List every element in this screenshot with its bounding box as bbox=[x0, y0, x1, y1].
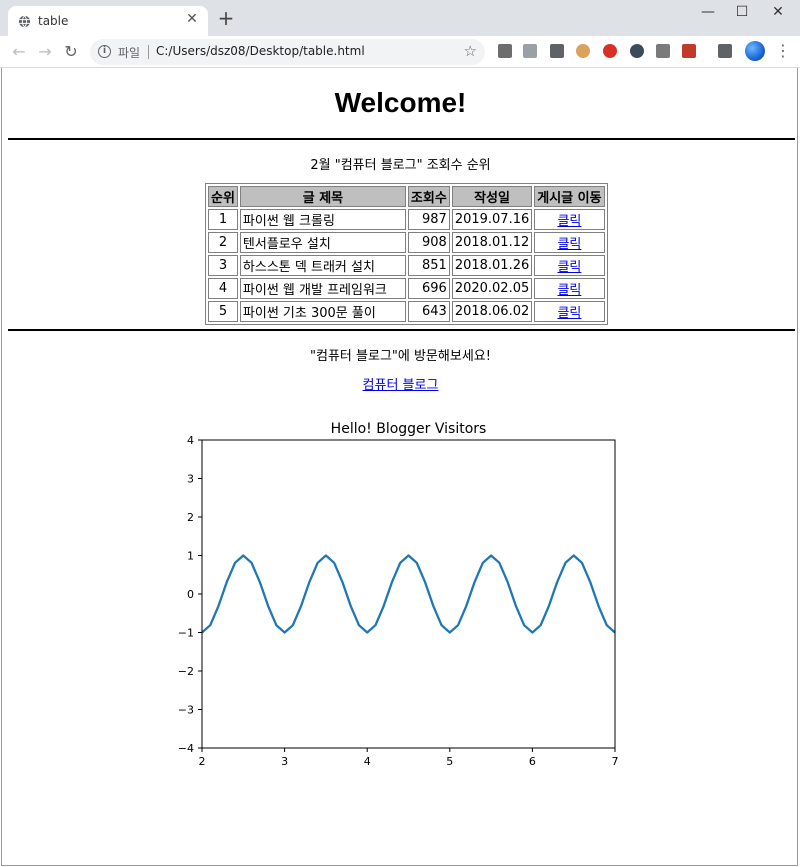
visitors-chart: Hello! Blogger Visitors 2 3 4 5 6 7 −4 −3 −2 −1 0 1 2… bbox=[178, 421, 619, 768]
cell-link: 클릭 bbox=[534, 209, 605, 230]
cell-views: 696 bbox=[407, 278, 450, 299]
column-header-rank: 순위 bbox=[208, 186, 238, 207]
ranking-table: 순위 글 제목 조회수 작성일 게시글 이동 1 파이썬 웹 크롤링 987 2… bbox=[205, 183, 608, 325]
y-tick-label: 0 bbox=[187, 588, 194, 601]
cell-rank: 1 bbox=[208, 209, 238, 230]
tab-close-icon[interactable]: ✕ bbox=[184, 11, 200, 27]
cell-title: 파이썬 기초 300문 풀이 bbox=[239, 301, 406, 322]
y-tick-label: 1 bbox=[187, 550, 194, 563]
profile-avatar[interactable] bbox=[745, 41, 765, 61]
table-caption: 2월 "컴퓨터 블로그" 조회수 순위 bbox=[310, 158, 491, 173]
address-bar[interactable]: i 파일 C:/Users/dsz08/Desktop/table.html ☆ bbox=[90, 39, 485, 65]
column-header-link: 게시글 이동 bbox=[534, 186, 605, 207]
y-tick-label: 2 bbox=[187, 511, 194, 524]
cell-date: 2020.02.05 bbox=[451, 278, 533, 299]
y-tick-label: 4 bbox=[187, 434, 194, 447]
minimize-button[interactable]: — bbox=[690, 0, 726, 26]
cell-views: 908 bbox=[407, 232, 450, 253]
close-window-button[interactable]: ✕ bbox=[760, 0, 796, 26]
visit-caption: "컴퓨터 블로그"에 방문해보세요! bbox=[310, 349, 491, 364]
table-row: 2 텐서플로우 설치 908 2018.01.12 클릭 bbox=[208, 232, 605, 253]
cell-link: 클릭 bbox=[534, 301, 605, 322]
post-link[interactable]: 클릭 bbox=[557, 283, 581, 298]
cell-date: 2019.07.16 bbox=[451, 209, 533, 230]
forward-button[interactable]: → bbox=[34, 41, 56, 63]
address-url[interactable]: C:/Users/dsz08/Desktop/table.html bbox=[156, 44, 365, 58]
x-tick-label: 4 bbox=[364, 755, 371, 768]
cell-rank: 2 bbox=[208, 232, 238, 253]
cell-date: 2018.06.02 bbox=[451, 301, 533, 322]
y-tick-label: −3 bbox=[178, 704, 194, 717]
browser-titlebar: table ✕ + — ☐ ✕ bbox=[0, 0, 800, 36]
cell-rank: 4 bbox=[208, 278, 238, 299]
cell-date: 2018.01.26 bbox=[451, 255, 533, 276]
more-menu-icon[interactable]: ⋮ bbox=[775, 41, 791, 61]
column-header-date: 작성일 bbox=[451, 186, 533, 207]
browser-tab[interactable]: table ✕ bbox=[8, 6, 208, 36]
extension-icon[interactable] bbox=[550, 44, 564, 58]
post-link[interactable]: 클릭 bbox=[557, 306, 581, 321]
table-row: 5 파이썬 기초 300문 풀이 643 2018.06.02 클릭 bbox=[208, 301, 605, 322]
back-button[interactable]: ← bbox=[8, 41, 30, 63]
x-tick-label: 2 bbox=[199, 755, 206, 768]
y-tick-label: −1 bbox=[178, 627, 194, 640]
x-tick-label: 7 bbox=[612, 755, 619, 768]
extension-icon[interactable] bbox=[656, 44, 670, 58]
y-tick-label: 3 bbox=[187, 473, 194, 486]
post-link[interactable]: 클릭 bbox=[557, 260, 581, 275]
extension-icon[interactable] bbox=[523, 44, 537, 58]
cell-date: 2018.01.12 bbox=[451, 232, 533, 253]
cell-title: 파이썬 웹 개발 프레임워크 bbox=[239, 278, 406, 299]
table-header-row: 순위 글 제목 조회수 작성일 게시글 이동 bbox=[208, 186, 605, 207]
divider bbox=[8, 138, 795, 140]
extension-icon[interactable] bbox=[682, 44, 696, 58]
maximize-button[interactable]: ☐ bbox=[724, 0, 760, 26]
media-controls-icon[interactable] bbox=[718, 44, 732, 58]
bookmark-star-icon[interactable]: ☆ bbox=[464, 42, 477, 60]
x-tick-label: 6 bbox=[529, 755, 536, 768]
cell-title: 텐서플로우 설치 bbox=[239, 232, 406, 253]
chart-title: Hello! Blogger Visitors bbox=[331, 421, 487, 437]
cell-views: 987 bbox=[407, 209, 450, 230]
page-content: Welcome! 2월 "컴퓨터 블로그" 조회수 순위 순위 글 제목 조회수… bbox=[1, 68, 798, 866]
cell-rank: 5 bbox=[208, 301, 238, 322]
extension-icon[interactable] bbox=[603, 44, 617, 58]
cell-link: 클릭 bbox=[534, 232, 605, 253]
new-tab-button[interactable]: + bbox=[216, 8, 236, 29]
table-row: 4 파이썬 웹 개발 프레임워크 696 2020.02.05 클릭 bbox=[208, 278, 605, 299]
table-row: 1 파이썬 웹 크롤링 987 2019.07.16 클릭 bbox=[208, 209, 605, 230]
y-tick-label: −4 bbox=[178, 742, 194, 755]
column-header-title: 글 제목 bbox=[239, 186, 406, 207]
cell-title: 파이썬 웹 크롤링 bbox=[239, 209, 406, 230]
cookie-extension-icon[interactable] bbox=[576, 44, 590, 58]
browser-toolbar: ← → ↻ i 파일 C:/Users/dsz08/Desktop/table.… bbox=[0, 36, 800, 68]
x-tick-label: 5 bbox=[446, 755, 453, 768]
cell-link: 클릭 bbox=[534, 255, 605, 276]
extension-icon[interactable] bbox=[630, 44, 644, 58]
cell-views: 851 bbox=[407, 255, 450, 276]
table-row: 3 하스스톤 덱 트래커 설치 851 2018.01.26 클릭 bbox=[208, 255, 605, 276]
cell-link: 클릭 bbox=[534, 278, 605, 299]
blog-link[interactable]: 컴퓨터 블로그 bbox=[2, 374, 799, 393]
series-line bbox=[201, 554, 616, 634]
post-link[interactable]: 클릭 bbox=[557, 214, 581, 229]
page-title: Welcome! bbox=[334, 87, 467, 118]
cell-views: 643 bbox=[407, 301, 450, 322]
post-link[interactable]: 클릭 bbox=[557, 237, 581, 252]
reload-button[interactable]: ↻ bbox=[60, 41, 82, 63]
address-separator bbox=[148, 45, 149, 59]
extension-icon[interactable] bbox=[498, 44, 512, 58]
column-header-views: 조회수 bbox=[407, 186, 450, 207]
cell-rank: 3 bbox=[208, 255, 238, 276]
x-tick-label: 3 bbox=[281, 755, 288, 768]
divider bbox=[8, 329, 795, 331]
cell-title: 하스스톤 덱 트래커 설치 bbox=[239, 255, 406, 276]
info-icon[interactable]: i bbox=[98, 45, 111, 58]
tab-title: table bbox=[38, 14, 69, 28]
y-tick-label: −2 bbox=[178, 665, 194, 678]
globe-icon bbox=[18, 15, 31, 28]
address-scheme-label: 파일 bbox=[118, 46, 141, 60]
